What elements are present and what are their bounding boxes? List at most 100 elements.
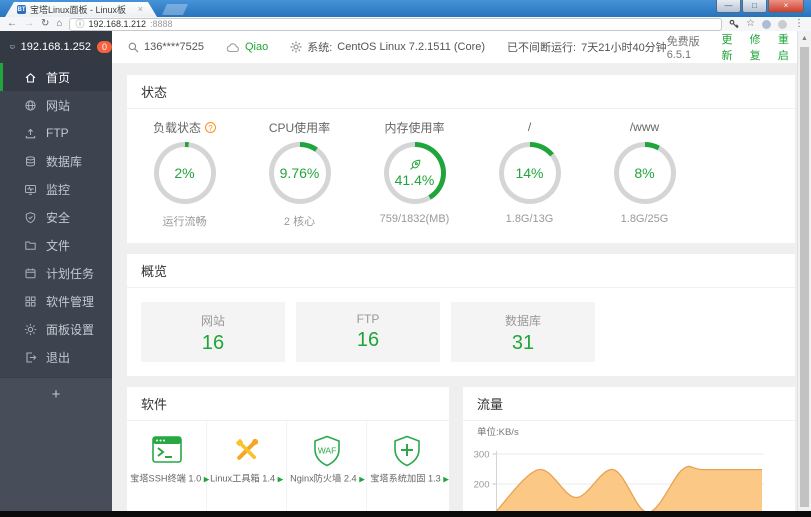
card-label: 网站 [200,314,225,328]
open-arrow-icon: ▶ [359,475,365,484]
update-button[interactable]: 更新 [721,31,736,63]
svg-text:200: 200 [474,480,490,491]
topbar-info-items: 136****7525 Qiao 系统: CentOS Linux 7.2.15… [128,39,667,55]
sidebar-item-label: FTP [46,126,69,140]
address-bar[interactable]: ⓘ 192.168.1.212:8888 [69,17,723,31]
software-item-ssh-terminal[interactable]: 宝塔SSH终端 1.0 ▶ [127,421,210,514]
software-item-linux-toolbox[interactable]: Linux工具箱 1.4 ▶ [207,421,287,514]
help-icon[interactable]: ? [205,121,216,133]
sidebar-item-label: 安全 [46,210,71,225]
scrollbar-thumb[interactable] [800,47,809,507]
software-item-nginx-waf[interactable]: WAF Nginx防火墙 2.4 ▶ [287,421,367,514]
forward-icon[interactable]: → [24,19,34,29]
phone-binding[interactable]: 136****7525 [128,41,204,53]
repair-button[interactable]: 修复 [750,31,765,63]
home-icon [25,72,36,83]
terminal-icon [151,436,182,463]
extension-icon[interactable] [762,19,771,29]
sidebar-item-settings[interactable]: 面板设置 [0,315,112,343]
open-arrow-icon: ▶ [203,475,210,484]
bottom-edge-strip [0,511,811,517]
page-info-icon[interactable]: ⓘ [75,19,84,29]
user-account[interactable]: Qiao [226,41,268,53]
restart-button[interactable]: 重启 [778,31,793,63]
gauge-label: 负载状态 [152,120,201,135]
sidebar-item-label: 软件管理 [46,294,95,309]
scrollbar-up-arrow[interactable]: ▲ [798,31,811,42]
software-item-system-hardening[interactable]: 宝塔系统加固 1.3 ▶ [367,421,449,514]
gauge-ring: 14% [498,142,561,204]
upload-icon [25,128,36,138]
page-scrollbar[interactable]: ▲ [797,31,811,517]
gauge-label: CPU使用率 [268,120,331,135]
sidebar: 首页 网站 FTP 数据库 监控 安全 文件 计划任务 软件管理 面板设置 退出… [0,63,112,517]
sidebar-item-cron[interactable]: 计划任务 [0,259,112,287]
software-name: Linux工具箱 1.4 [210,474,276,485]
rocket-icon[interactable] [409,159,421,171]
toolbar-right-icons: ☆ ⋮ [729,19,804,29]
url-host: 192.168.1.212 [88,19,147,29]
tab-title: 宝塔Linux面板 - Linux板 [30,5,127,15]
gauge-sub: 2 核心 [283,216,316,228]
card-label: 数据库 [504,314,541,328]
shield-check-icon [25,211,36,223]
sidebar-item-label: 文件 [46,238,71,253]
bookmark-star-icon[interactable]: ☆ [746,19,755,29]
extension-icon[interactable] [778,19,787,29]
sidebar-item-label: 面板设置 [46,322,95,337]
card-value: 16 [201,332,225,354]
sidebar-item-monitor[interactable]: 监控 [0,175,112,203]
message-count-badge[interactable]: 0 [96,41,112,53]
window-minimize-button[interactable]: — [716,0,741,13]
browser-menu-icon[interactable]: ⋮ [794,19,804,29]
sidebar-item-home[interactable]: 首页 [0,63,112,91]
gauge-disk-www: /www 8% 1.8G/25G [587,119,702,229]
new-tab-button[interactable] [162,4,188,15]
screen: BT 宝塔Linux面板 - Linux板 × — □ × ← → ↻ ⌂ ⓘ … [0,0,811,517]
panel-topbar: 192.168.1.252 0 136****7525 Qiao 系统: Cen… [0,31,811,64]
overview-card-sites[interactable]: 网站 16 [141,302,285,362]
cloud-icon [226,42,239,52]
home-icon[interactable]: ⌂ [56,19,62,29]
topbar-actions: 免费版 6.5.1 更新 修复 重启 [667,31,811,63]
gauge-cpu: CPU使用率 9.76% 2 核心 [242,119,357,229]
tools-icon [235,438,258,460]
open-arrow-icon: ▶ [277,475,284,484]
gauge-ring: 9.76% [268,142,331,204]
browser-tab[interactable]: BT 宝塔Linux面板 - Linux板 × [5,2,157,17]
gear-icon [24,323,37,335]
sidebar-item-security[interactable]: 安全 [0,203,112,231]
gauge-sub: 运行流畅 [162,216,207,228]
sidebar-item-logout[interactable]: 退出 [0,343,112,371]
gauge-label: / [527,120,532,134]
card-label: FTP [356,312,380,326]
status-panel-title: 状态 [127,75,795,109]
back-icon[interactable]: ← [7,19,17,29]
key-icon[interactable] [729,19,739,29]
software-name: 宝塔系统加固 1.3 [370,474,441,485]
url-port: :8888 [150,19,173,29]
sidebar-item-files[interactable]: 文件 [0,231,112,259]
reload-icon[interactable]: ↻ [41,19,49,29]
sidebar-item-website[interactable]: 网站 [0,91,112,119]
traffic-chart-wrap: 单位:KB/s100200300 [463,421,795,517]
window-maximize-button[interactable]: □ [742,0,767,13]
traffic-chart: 单位:KB/s100200300 [474,426,764,517]
overview-card-ftp[interactable]: FTP 16 [296,302,440,362]
server-ip: 192.168.1.252 [20,41,91,53]
database-icon [26,155,35,166]
overview-card-database[interactable]: 数据库 31 [451,302,595,362]
sidebar-item-ftp[interactable]: FTP [0,119,112,147]
window-close-button[interactable]: × [768,0,804,13]
logout-icon [26,351,37,363]
tab-close-icon[interactable]: × [138,5,143,14]
sidebar-item-appstore[interactable]: 软件管理 [0,287,112,315]
server-ip-block[interactable]: 192.168.1.252 0 [0,31,112,63]
sidebar-item-database[interactable]: 数据库 [0,147,112,175]
overview-cards: 网站 16 FTP 16 数据库 31 [127,288,795,376]
gauge-sub: 1.8G/13G [505,213,554,225]
shield-waf-icon: WAF [313,435,340,467]
system-label: 系统: [307,42,333,54]
add-shortcut-button[interactable]: + [52,386,61,403]
gauge-value: 14% [515,165,544,181]
